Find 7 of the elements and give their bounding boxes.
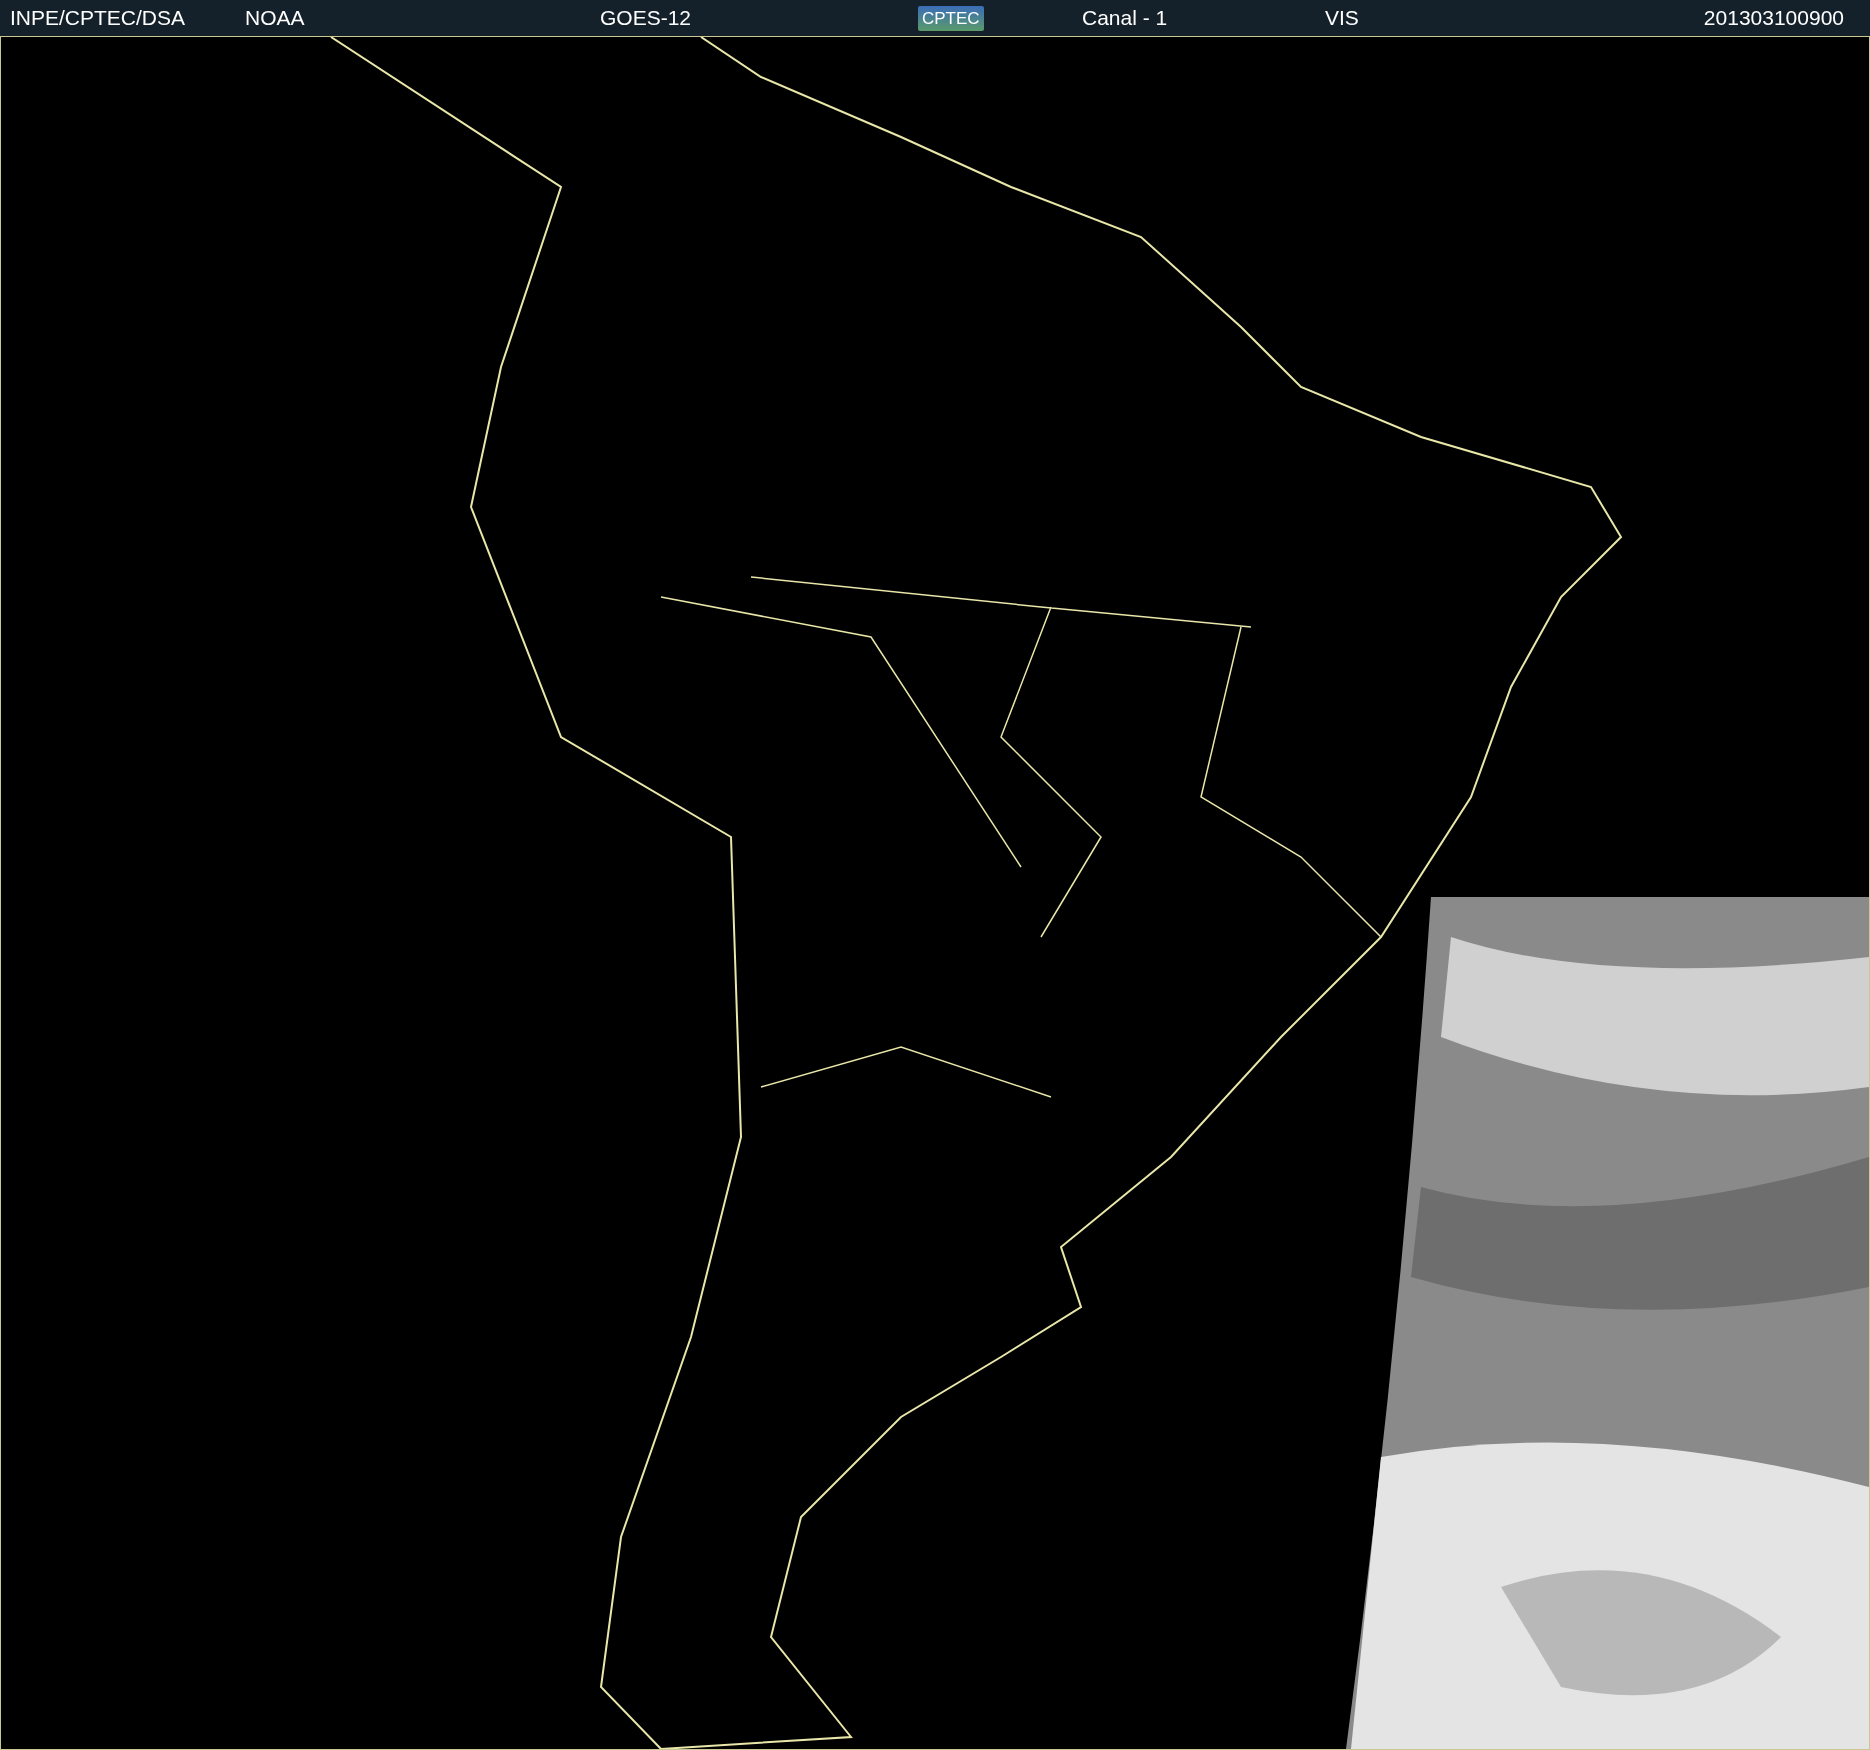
header-label: GOES-12: [600, 6, 692, 30]
header-label: NOAA: [245, 6, 305, 30]
header-label: 201303100900: [1703, 6, 1844, 30]
header-label: Canal - 1: [1082, 6, 1168, 30]
logo: CPTEC: [918, 5, 984, 31]
header-label: VIS: [1325, 6, 1359, 30]
header-label: INPE/CPTEC/DSA: [10, 6, 186, 30]
